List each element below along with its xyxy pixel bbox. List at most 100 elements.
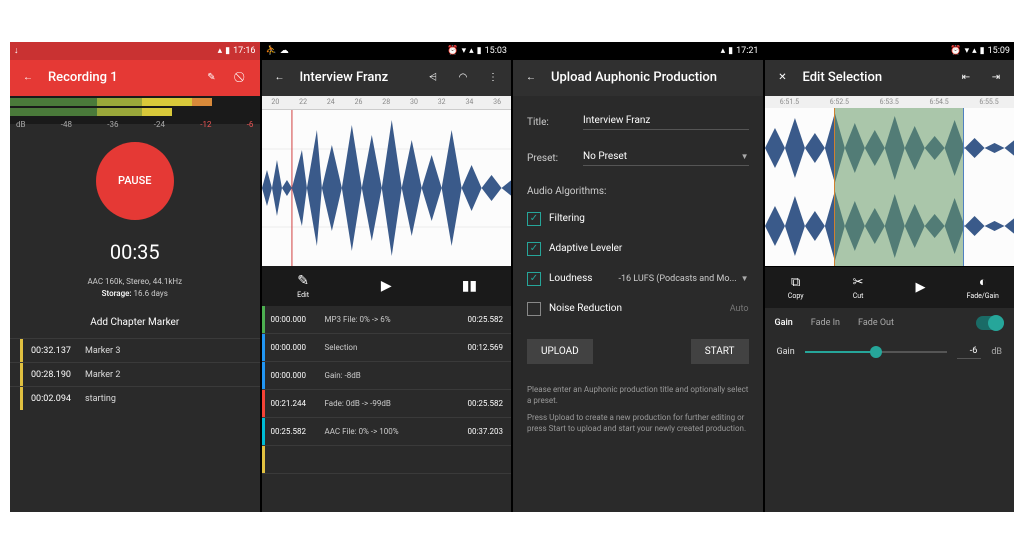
page-title: Edit Selection xyxy=(803,70,947,85)
status-bar: ⛹☁ ⏰ ▾ ▴ ▮ 15:03 xyxy=(262,42,512,60)
start-button[interactable]: START xyxy=(691,339,749,364)
recording-timer: 00:35 xyxy=(110,240,160,264)
checkbox-unchecked-icon: ✓ xyxy=(527,302,541,316)
page-title: Interview Franz xyxy=(300,70,414,85)
upload-form: Title: Interview Franz Preset: No Preset… xyxy=(513,96,763,512)
status-bar: ⏰ ▾ ▴ ▮ 15:09 xyxy=(765,42,1015,60)
selection-end-icon[interactable]: ⇥ xyxy=(986,68,1006,88)
play-button[interactable]: ▶ xyxy=(345,266,428,306)
level-meter: dB -48 -36 -24 -12 -6 xyxy=(10,96,260,124)
person-icon: ⛹ xyxy=(266,46,277,56)
pause-button[interactable]: ▮▮ xyxy=(428,266,511,306)
signal-icon: ▴ xyxy=(218,46,223,56)
preset-select[interactable]: No Preset▼ xyxy=(583,151,749,166)
chevron-down-icon: ▼ xyxy=(741,152,749,161)
copy-button[interactable]: ⧉Copy xyxy=(765,267,827,308)
app-bar: ← Recording 1 ✎ ⃠ xyxy=(10,60,260,96)
status-bar: ▴ ▮ 17:21 xyxy=(513,42,763,60)
region-row[interactable] xyxy=(262,446,512,474)
back-icon[interactable]: ← xyxy=(521,68,541,88)
edit-button[interactable]: ✎Edit xyxy=(262,266,345,306)
fade-tabs: Gain Fade In Fade Out xyxy=(765,308,1015,338)
auphonic-icon[interactable]: ◠ xyxy=(453,68,473,88)
selection-start-icon[interactable]: ⇤ xyxy=(956,68,976,88)
region-list: 00:00.000MP3 File: 0% -> 6%00:25.582 00:… xyxy=(262,306,512,512)
screen-upload: ▴ ▮ 17:21 ← Upload Auphonic Production T… xyxy=(513,42,763,512)
transport-bar: ✎Edit ▶ ▮▮ xyxy=(262,266,512,306)
signal-icon: ▴ xyxy=(469,46,474,56)
back-icon[interactable]: ← xyxy=(18,68,38,88)
gain-value[interactable]: -6 xyxy=(957,346,981,359)
cut-icon: ✂ xyxy=(853,275,864,290)
status-time: 17:21 xyxy=(736,46,758,56)
region-row[interactable]: 00:00.000MP3 File: 0% -> 6%00:25.582 xyxy=(262,306,512,334)
preset-label: Preset: xyxy=(527,153,583,164)
discard-icon[interactable]: ⃠ xyxy=(232,68,252,88)
battery-icon: ▮ xyxy=(225,46,230,56)
page-title: Recording 1 xyxy=(48,70,192,85)
region-row[interactable]: 00:00.000Gain: -8dB xyxy=(262,362,512,390)
waveform xyxy=(262,110,512,266)
filtering-checkbox-row[interactable]: ✓ Filtering xyxy=(527,207,749,231)
app-bar: ← Upload Auphonic Production xyxy=(513,60,763,96)
marker-row[interactable]: 00:28.190Marker 2 xyxy=(10,362,260,386)
status-time: 15:03 xyxy=(485,46,507,56)
signal-icon: ▴ xyxy=(721,46,726,56)
back-icon[interactable]: ← xyxy=(270,68,290,88)
battery-icon: ▮ xyxy=(477,46,482,56)
play-icon: ▶ xyxy=(915,280,925,295)
leveler-checkbox-row[interactable]: ✓ Adaptive Leveler xyxy=(527,237,749,261)
app-bar: ← Interview Franz ⩤ ◠ ⋮ xyxy=(262,60,512,96)
screen-recording: ↓ ▴ ▮ 17:16 ← Recording 1 ✎ ⃠ dB -48 -36… xyxy=(10,42,260,512)
noise-checkbox-row[interactable]: ✓ Noise Reduction Auto xyxy=(527,297,749,321)
overflow-icon[interactable]: ⋮ xyxy=(483,68,503,88)
play-icon: ▶ xyxy=(381,278,392,294)
edit-icon[interactable]: ✎ xyxy=(202,68,222,88)
region-row[interactable]: 00:00.000Selection00:12.569 xyxy=(262,334,512,362)
wifi-icon: ▾ xyxy=(965,46,970,56)
marker-list: 00:32.137Marker 3 00:28.190Marker 2 00:0… xyxy=(10,338,260,410)
fadegain-button[interactable]: ◐Fade/Gain xyxy=(952,267,1014,308)
help-text: Please enter an Auphonic production titl… xyxy=(527,384,749,441)
selection-waveform[interactable]: 6:51.56:52.56:53.56:54.56:55.5 xyxy=(765,96,1015,266)
fade-toggle[interactable] xyxy=(976,316,1004,330)
title-label: Title: xyxy=(527,117,583,128)
region-row[interactable]: 00:25.582AAC File: 0% -> 100%00:37.203 xyxy=(262,418,512,446)
codec-info: AAC 160k, Stereo, 44.1kHz Storage: 16.6 … xyxy=(87,276,182,302)
share-icon[interactable]: ⩤ xyxy=(423,68,443,88)
tab-fade-in[interactable]: Fade In xyxy=(811,318,840,328)
tab-gain[interactable]: Gain xyxy=(775,318,793,328)
pause-icon: ▮▮ xyxy=(462,278,477,294)
close-icon[interactable]: ✕ xyxy=(773,68,793,88)
status-bar: ↓ ▴ ▮ 17:16 xyxy=(10,42,260,60)
waveform-area[interactable]: 202224262830323436 xyxy=(262,96,512,266)
tab-fade-out[interactable]: Fade Out xyxy=(858,318,894,328)
signal-icon: ▴ xyxy=(972,46,977,56)
add-chapter-marker[interactable]: Add Chapter Marker xyxy=(90,301,179,338)
screen-edit-selection: ⏰ ▾ ▴ ▮ 15:09 ✕ Edit Selection ⇤ ⇥ 6:51.… xyxy=(765,42,1015,512)
mic-icon: ↓ xyxy=(14,45,19,56)
pause-button[interactable]: PAUSE xyxy=(96,142,174,220)
title-input[interactable]: Interview Franz xyxy=(583,115,749,130)
copy-icon: ⧉ xyxy=(791,275,800,290)
battery-icon: ▮ xyxy=(728,46,733,56)
battery-icon: ▮ xyxy=(980,46,985,56)
selection-overlay[interactable] xyxy=(834,108,964,266)
page-title: Upload Auphonic Production xyxy=(551,70,755,85)
upload-button[interactable]: UPLOAD xyxy=(527,339,593,364)
cut-button[interactable]: ✂Cut xyxy=(827,267,889,308)
gain-slider-row: Gain -6 dB xyxy=(765,338,1015,367)
marker-row[interactable]: 00:32.137Marker 3 xyxy=(10,338,260,362)
gain-slider[interactable] xyxy=(805,351,948,353)
pencil-icon: ✎ xyxy=(297,273,309,289)
wifi-icon: ▾ xyxy=(462,46,467,56)
marker-row[interactable]: 00:02.094starting xyxy=(10,386,260,410)
status-time: 17:16 xyxy=(233,46,255,56)
gain-unit: dB xyxy=(991,347,1002,357)
fade-icon: ◐ xyxy=(979,274,987,290)
region-row[interactable]: 00:21.244Fade: 0dB -> -99dB00:25.582 xyxy=(262,390,512,418)
play-button[interactable]: ▶ xyxy=(889,267,951,308)
loudness-checkbox-row[interactable]: ✓ Loudness -16 LUFS (Podcasts and Mo...▼ xyxy=(527,267,749,291)
timeline-ruler: 6:51.56:52.56:53.56:54.56:55.5 xyxy=(765,96,1015,108)
db-scale: dB -48 -36 -24 -12 -6 xyxy=(10,118,260,129)
